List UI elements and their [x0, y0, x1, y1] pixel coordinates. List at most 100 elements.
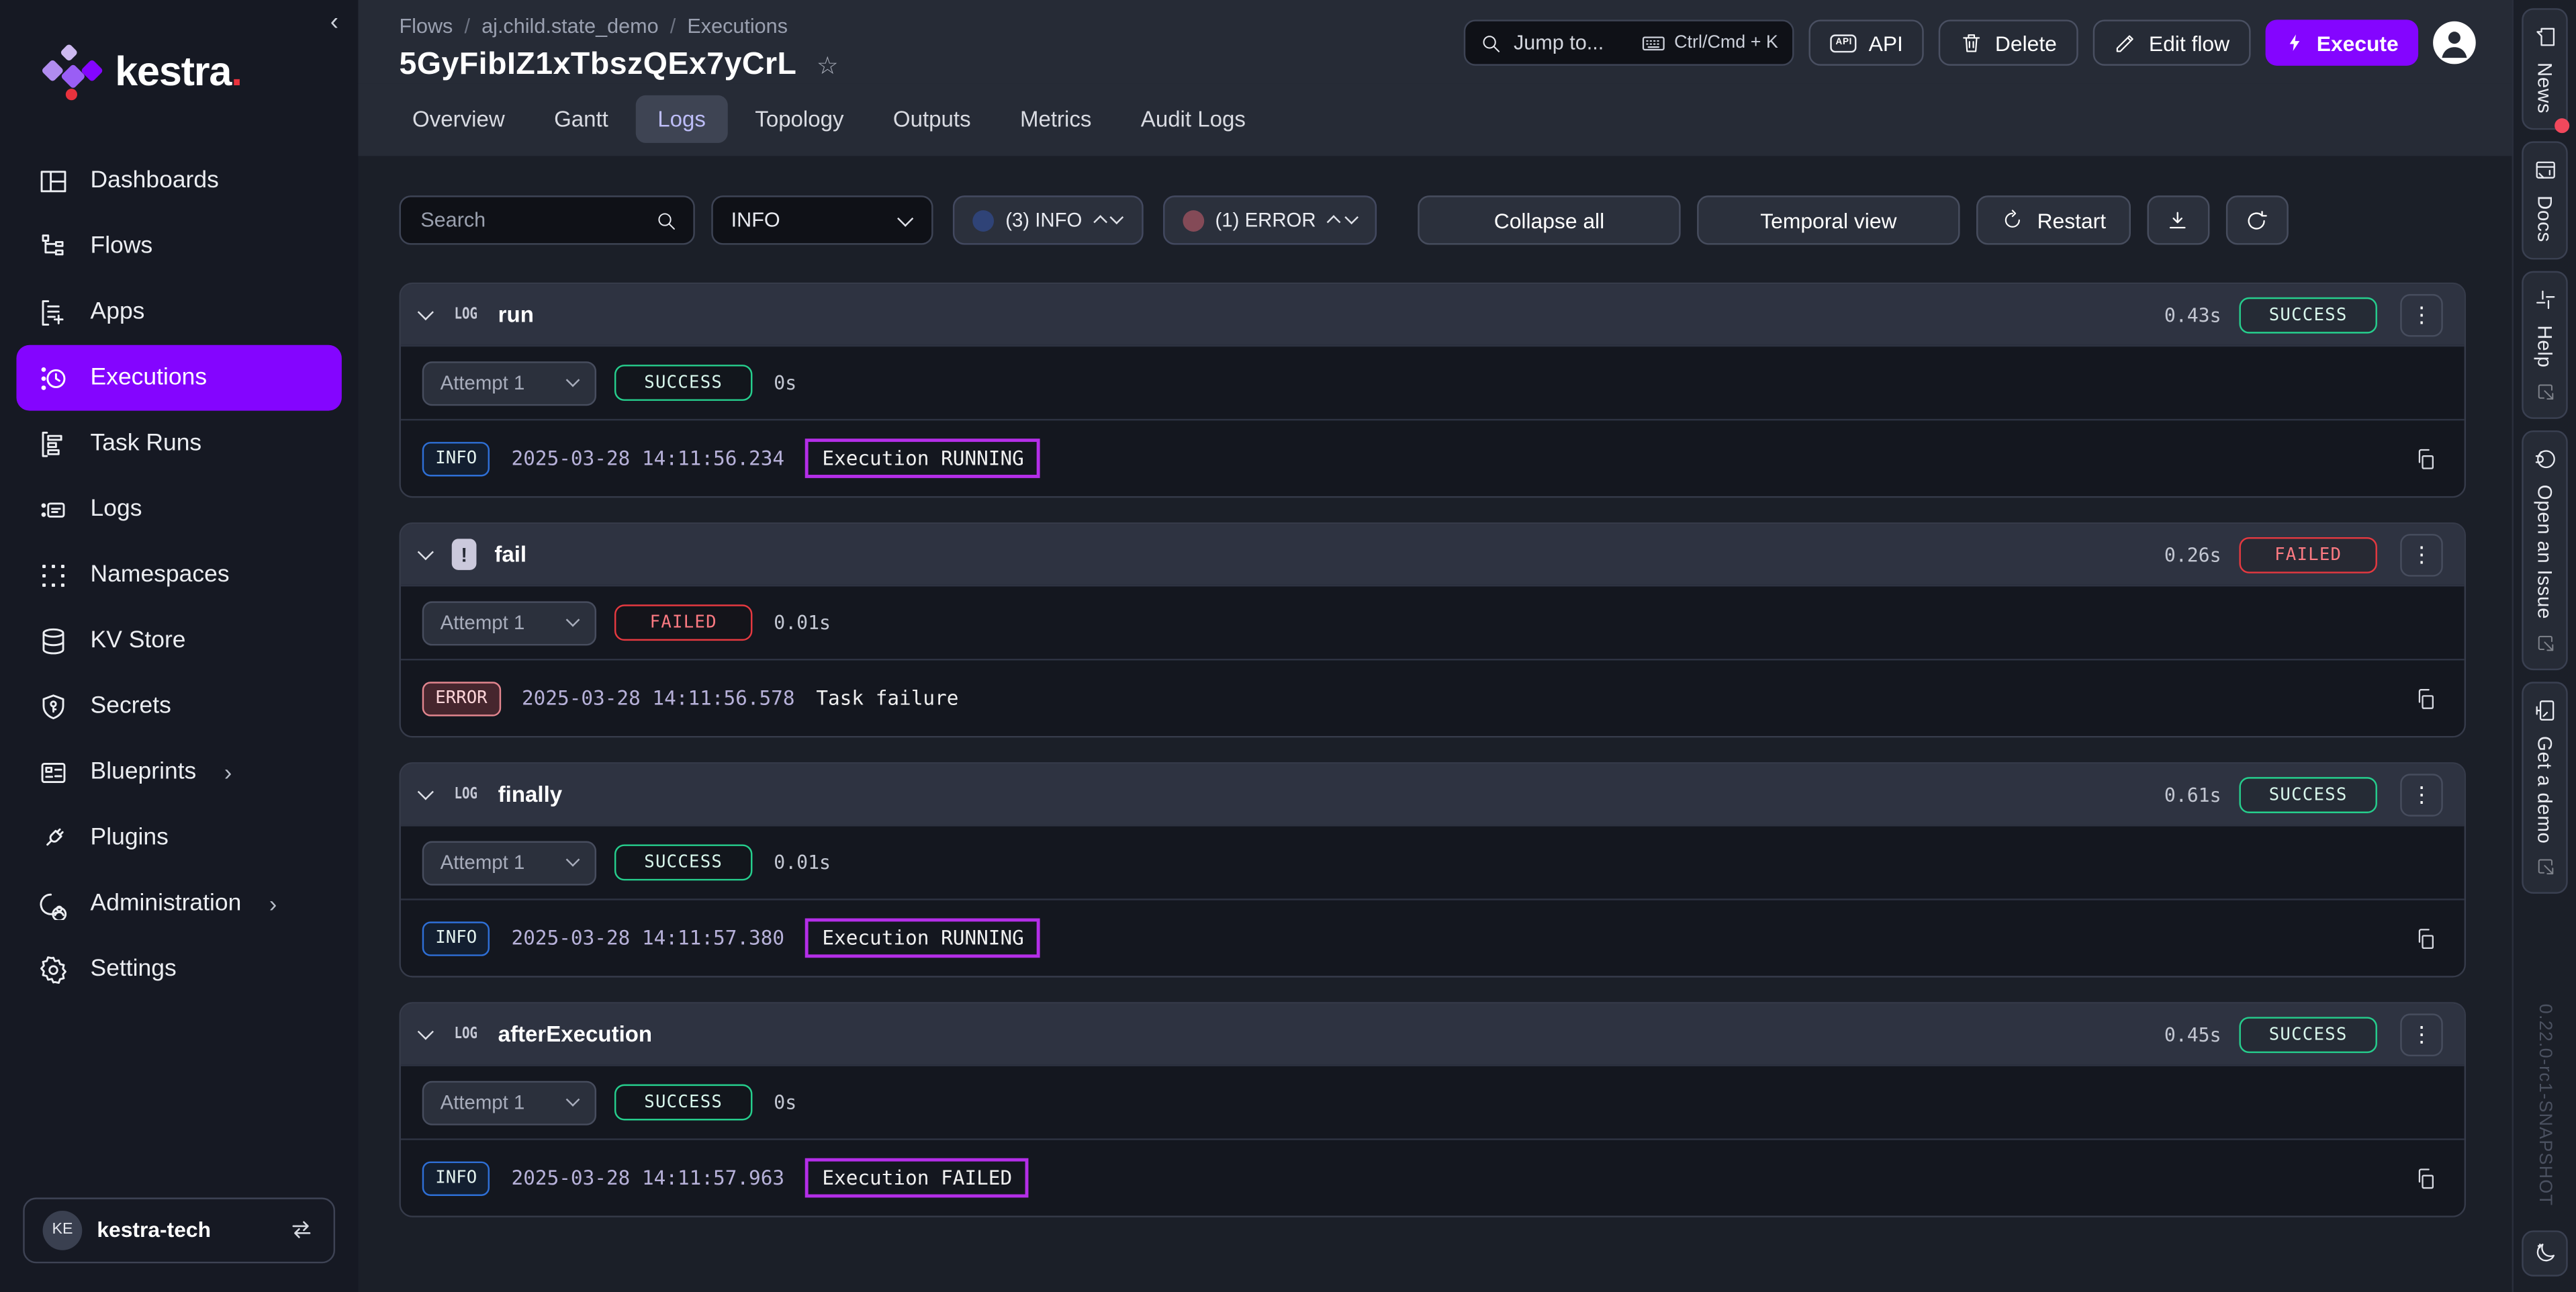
task-header[interactable]: LOG finally 0.61s SUCCESS ⋮ — [401, 764, 2465, 825]
sidebar-item-label: Settings — [91, 956, 177, 982]
copy-icon — [2413, 926, 2438, 951]
tab-logs[interactable]: Logs — [636, 95, 727, 143]
sidebar-item-flows[interactable]: Flows — [16, 214, 341, 279]
help-button[interactable]: Help — [2522, 271, 2567, 418]
task-header[interactable]: LOG run 0.43s SUCCESS ⋮ — [401, 284, 2465, 345]
moon-icon — [2532, 1240, 2557, 1265]
breadcrumb-flow-id[interactable]: aj.child.state_demo — [481, 15, 658, 38]
status-badge: SUCCESS — [2239, 297, 2377, 333]
info-count-chip[interactable]: (3) INFO — [953, 195, 1143, 244]
submenu-chevron-icon: › — [269, 890, 277, 917]
sidebar-item-label: KV Store — [91, 628, 186, 654]
attempt-row: Attempt 1 FAILED 0.01s — [401, 585, 2465, 659]
task-menu-button[interactable]: ⋮ — [2400, 1013, 2443, 1056]
theme-toggle-button[interactable] — [2522, 1230, 2567, 1275]
log-level-badge: INFO — [422, 921, 490, 955]
task-menu-button[interactable]: ⋮ — [2400, 773, 2443, 816]
tab-gantt[interactable]: Gantt — [533, 95, 629, 143]
open-issue-button[interactable]: Open an Issue — [2522, 430, 2567, 670]
chevron-down-icon[interactable] — [1344, 212, 1356, 224]
status-badge: SUCCESS — [2239, 776, 2377, 813]
sidebar-collapse-icon[interactable]: ‹ — [330, 10, 338, 35]
edit-flow-button[interactable]: Edit flow — [2093, 19, 2251, 65]
docs-button[interactable]: Docs — [2522, 142, 2567, 259]
tab-metrics[interactable]: Metrics — [999, 95, 1113, 143]
chevron-down-icon[interactable] — [1110, 212, 1123, 224]
chevron-down-icon[interactable] — [418, 1023, 434, 1040]
sidebar-item-kv-store[interactable]: KV Store — [16, 608, 341, 674]
collapse-all-button[interactable]: Collapse all — [1418, 195, 1680, 244]
task-header[interactable]: ! fail 0.26s FAILED ⋮ — [401, 524, 2465, 585]
api-button[interactable]: API API — [1809, 19, 1924, 65]
attempt-select[interactable]: Attempt 1 — [422, 361, 596, 405]
copy-button[interactable] — [2408, 686, 2442, 710]
log-task-icon: LOG — [455, 785, 477, 803]
tab-overview[interactable]: Overview — [391, 95, 526, 143]
news-button[interactable]: News — [2522, 8, 2567, 130]
attempt-select[interactable]: Attempt 1 — [422, 600, 596, 645]
log-message: Execution RUNNING — [806, 439, 1040, 478]
sidebar-item-executions[interactable]: Executions — [16, 345, 341, 411]
favorite-star-icon[interactable]: ☆ — [817, 51, 839, 81]
copy-button[interactable] — [2408, 1166, 2442, 1191]
error-count-chip[interactable]: (1) ERROR — [1162, 195, 1377, 244]
delete-button[interactable]: Delete — [1939, 19, 2078, 65]
sidebar-item-dashboards[interactable]: Dashboards — [16, 148, 341, 214]
sidebar-item-settings[interactable]: Settings — [16, 936, 341, 1002]
restart-button[interactable]: Restart — [1976, 195, 2131, 244]
attempt-select[interactable]: Attempt 1 — [422, 840, 596, 884]
user-avatar[interactable] — [2433, 21, 2476, 64]
jump-to-search[interactable]: Jump to... Ctrl/Cmd + K — [1465, 19, 1795, 65]
log-section-run: LOG run 0.43s SUCCESS ⋮ Attempt 1 SUCCES… — [399, 283, 2466, 498]
refresh-button[interactable] — [2226, 195, 2289, 244]
chevron-down-icon[interactable] — [418, 544, 434, 560]
header-actions: Jump to... Ctrl/Cmd + K API API Delete — [1465, 19, 2476, 65]
sitemap-icon — [38, 231, 68, 262]
tab-audit-logs[interactable]: Audit Logs — [1119, 95, 1267, 143]
workspace-switcher[interactable]: KE kestra-tech — [23, 1197, 335, 1262]
sidebar: ‹ kestra. Dashboards Flows Apps Executi — [0, 0, 358, 1292]
chevron-down-icon[interactable] — [418, 304, 434, 320]
log-level-select[interactable]: INFO — [711, 195, 933, 244]
task-duration: 0.45s — [2164, 1023, 2221, 1046]
sidebar-item-apps[interactable]: Apps — [16, 279, 341, 345]
sidebar-item-namespaces[interactable]: Namespaces — [16, 542, 341, 608]
temporal-view-button[interactable]: Temporal view — [1697, 195, 1960, 244]
sidebar-item-task-runs[interactable]: Task Runs — [16, 411, 341, 477]
copy-button[interactable] — [2408, 446, 2442, 471]
log-section-afterexecution: LOG afterExecution 0.45s SUCCESS ⋮ Attem… — [399, 1002, 2466, 1217]
sidebar-item-logs[interactable]: Logs — [16, 476, 341, 542]
download-logs-button[interactable] — [2147, 195, 2209, 244]
search-input[interactable] — [417, 207, 642, 233]
workspace-name: kestra-tech — [97, 1217, 273, 1242]
slack-icon — [2532, 287, 2557, 312]
main-area: Flows / aj.child.state_demo / Executions… — [358, 0, 2512, 1292]
search-field[interactable] — [399, 195, 694, 244]
breadcrumb-flows[interactable]: Flows — [399, 15, 453, 38]
sidebar-item-blueprints[interactable]: Blueprints › — [16, 739, 341, 805]
log-section-fail: ! fail 0.26s FAILED ⋮ Attempt 1 FAILED 0… — [399, 522, 2466, 737]
tab-outputs[interactable]: Outputs — [872, 95, 992, 143]
tab-topology[interactable]: Topology — [734, 95, 866, 143]
chevron-up-icon[interactable] — [1094, 216, 1107, 229]
page-title: 5GyFibIZ1xTbszQEx7yCrL — [399, 48, 796, 84]
task-menu-button[interactable]: ⋮ — [2400, 533, 2443, 576]
breadcrumb-executions[interactable]: Executions — [687, 15, 788, 38]
sidebar-item-plugins[interactable]: Plugins — [16, 805, 341, 871]
sidebar-item-secrets[interactable]: Secrets — [16, 674, 341, 739]
kestra-logo[interactable]: kestra. — [0, 0, 358, 111]
top-bar: Flows / aj.child.state_demo / Executions… — [358, 0, 2512, 84]
task-header[interactable]: LOG afterExecution 0.45s SUCCESS ⋮ — [401, 1004, 2465, 1065]
task-menu-button[interactable]: ⋮ — [2400, 293, 2443, 336]
chevron-up-icon[interactable] — [1328, 216, 1340, 229]
sidebar-item-administration[interactable]: Administration › — [16, 871, 341, 937]
attempt-select[interactable]: Attempt 1 — [422, 1080, 596, 1125]
version-label: 0.22.0-rc1-SNAPSHOT — [2535, 1004, 2555, 1206]
sidebar-item-label: Plugins — [91, 825, 169, 851]
task-duration: 0.26s — [2164, 543, 2221, 566]
execute-button[interactable]: Execute — [2266, 19, 2418, 65]
chevron-down-icon[interactable] — [418, 784, 434, 800]
get-demo-button[interactable]: Get a demo — [2522, 681, 2567, 894]
task-name: finally — [498, 782, 562, 806]
copy-button[interactable] — [2408, 926, 2442, 951]
